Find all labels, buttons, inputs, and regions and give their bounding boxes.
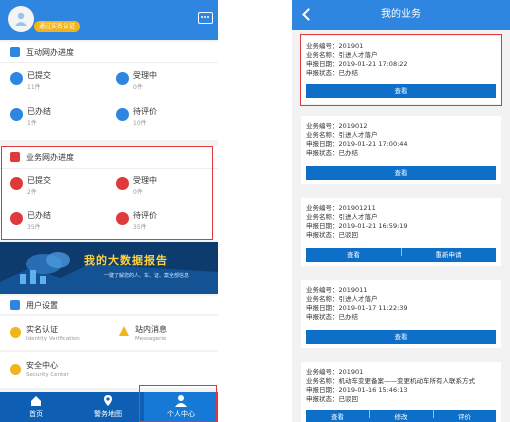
reapply-button[interactable]: 重新申请: [401, 248, 496, 262]
chat-message-icon[interactable]: [198, 12, 213, 24]
cloud-illustration-icon: [0, 242, 218, 294]
rate-button[interactable]: 评价: [433, 410, 496, 422]
tab-police-map[interactable]: 警务地图: [72, 392, 144, 422]
highlight-frame: [1, 146, 213, 240]
progress-completed[interactable]: 已办结 1件: [10, 106, 106, 134]
bell-icon: [119, 326, 129, 336]
inbox-message-item[interactable]: 站内消息 Messagerie: [109, 316, 218, 350]
banner-subtitle: 一键了解您的人、车、证、案全部信息: [104, 273, 190, 279]
page-title: 我的业务: [381, 9, 421, 20]
home-icon: [31, 396, 41, 406]
record-status: 申报状态：已办结: [306, 313, 358, 321]
action-button-row: 查看 修改 评价: [306, 410, 496, 422]
left-phone-screen: 通过实名认证 互动网办进度 已提交 11件 受理中 0件 已办结 1件 待评价 …: [0, 0, 218, 422]
right-phone-screen: 我的业务 业务编号：201901 业务名称：引进人才落户 申报日期：2019-0…: [292, 0, 510, 422]
tab-home[interactable]: 首页: [0, 392, 72, 422]
star-icon: [116, 108, 129, 121]
view-button[interactable]: 查看: [306, 330, 496, 344]
avatar[interactable]: [8, 6, 34, 32]
pie-progress-icon: [116, 72, 129, 85]
highlight-frame: [139, 385, 217, 422]
nav-bar: 我的业务: [292, 0, 510, 30]
progress-pending-review[interactable]: 待评价 10件: [116, 106, 212, 134]
business-record: 业务编号：2019011 业务名称：引进人才落户 申报日期：2019-01-17…: [301, 280, 501, 348]
banner-title: 我的大数据报告: [84, 254, 168, 267]
user-icon: [15, 12, 27, 26]
highlight-frame: [300, 34, 502, 106]
record-status: 申报状态：已驳回: [306, 231, 358, 239]
progress-submitted[interactable]: 已提交 11件: [10, 70, 106, 98]
map-pin-icon: [104, 395, 112, 406]
big-data-banner[interactable]: 我的大数据报告 一键了解您的人、车、证、案全部信息: [0, 242, 218, 294]
interactive-progress-card: 互动网办进度 已提交 11件 受理中 0件 已办结 1件 待评价 10件: [0, 42, 218, 140]
view-button[interactable]: 查看: [306, 166, 496, 180]
business-record: 业务编号：2019012 业务名称：引进人才落户 申报日期：2019-01-21…: [301, 116, 501, 184]
security-center-item[interactable]: 安全中心 Security Center: [0, 352, 218, 388]
profile-header: 通过实名认证: [0, 0, 218, 40]
record-status: 申报状态：已办结: [306, 149, 358, 157]
id-badge-icon: [10, 327, 21, 338]
view-button[interactable]: 查看: [306, 248, 401, 262]
view-button[interactable]: 查看: [306, 410, 369, 422]
business-record: 业务编号：201901 业务名称：机动车变更备案——变更机动车所有人联系方式 申…: [301, 362, 501, 422]
done-icon: [10, 108, 23, 121]
progress-accepting[interactable]: 受理中 0件: [116, 70, 212, 98]
section-title: 互动网办进度: [26, 48, 74, 57]
settings-row: 实名认证 Identity Verification 站内消息 Messager…: [0, 316, 218, 350]
settings-list-icon: [10, 300, 20, 310]
lock-icon: [10, 364, 21, 375]
record-status: 申报状态：已驳回: [306, 395, 358, 403]
edit-button[interactable]: 修改: [369, 410, 433, 422]
verified-badge: 通过实名认证: [34, 21, 80, 32]
identity-verification-item[interactable]: 实名认证 Identity Verification: [0, 316, 109, 350]
business-record: 业务编号：201901211 业务名称：引进人才落户 申报日期：2019-01-…: [301, 198, 501, 266]
check-circle-icon: [10, 72, 23, 85]
user-settings-header: 用户设置: [0, 296, 218, 314]
list-icon: [10, 47, 20, 57]
action-button-row: 查看 重新申请: [306, 248, 496, 262]
